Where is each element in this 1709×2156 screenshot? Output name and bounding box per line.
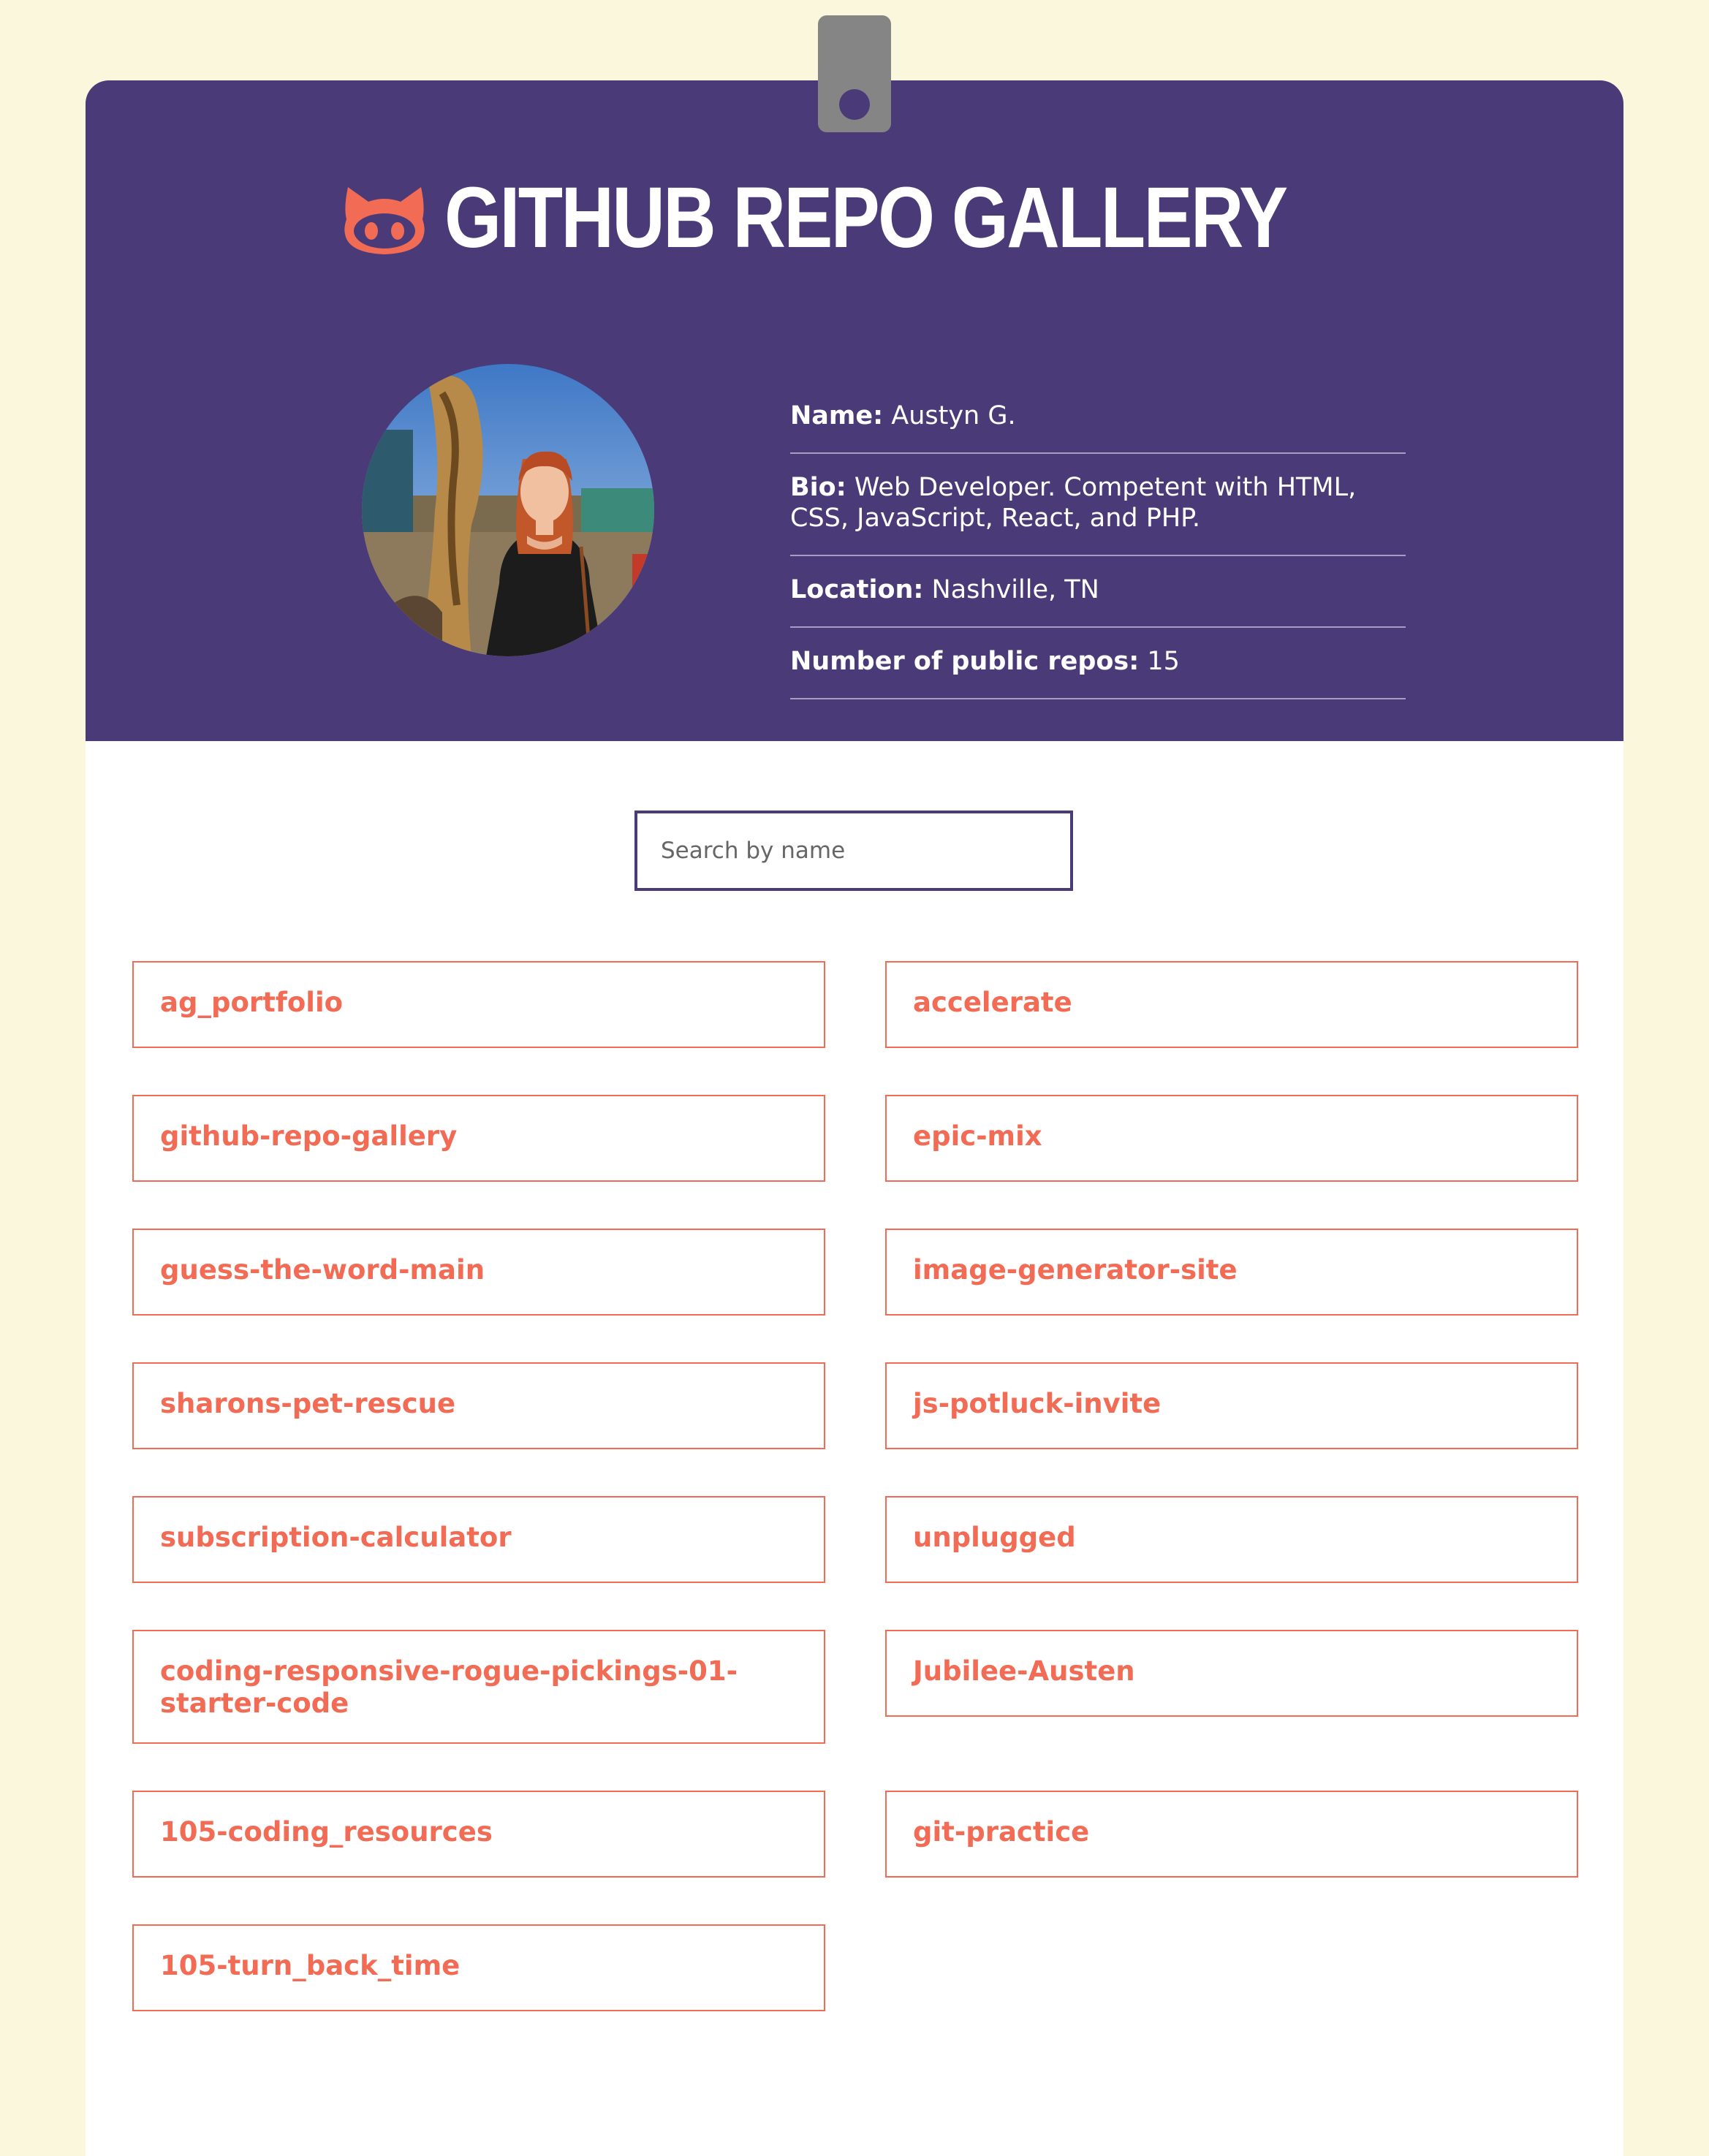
repo-row: subscription-calculator unplugged [132, 1496, 1578, 1583]
repo-item[interactable]: epic-mix [885, 1095, 1578, 1182]
repo-item[interactable]: 105-turn_back_time [132, 1924, 825, 2011]
page-title: GITHUB REPO GALLERY [444, 170, 1288, 266]
clipboard-clip-icon [818, 15, 891, 132]
clip-hole [839, 89, 870, 120]
bio-label: Bio: [790, 473, 846, 502]
repo-row: 105-coding_resources git-practice [132, 1791, 1578, 1878]
octocat-icon [344, 186, 425, 256]
repo-item[interactable]: js-potluck-invite [885, 1362, 1578, 1449]
location-label: Location: [790, 575, 924, 604]
location-value: Nashville, TN [931, 575, 1099, 604]
repo-row: github-repo-gallery epic-mix [132, 1095, 1578, 1182]
repo-list: ag_portfolio accelerate github-repo-gall… [132, 961, 1578, 2058]
name-value: Austyn G. [891, 401, 1016, 430]
profile-bio-row: Bio: Web Developer. Competent with HTML,… [790, 472, 1406, 556]
title-row: GITHUB REPO GALLERY [86, 167, 1623, 269]
search-input[interactable] [634, 811, 1073, 891]
repo-item[interactable]: sharons-pet-rescue [132, 1362, 825, 1449]
repo-item[interactable]: coding-responsive-rogue-pickings-01-star… [132, 1630, 825, 1744]
repo-item[interactable]: unplugged [885, 1496, 1578, 1583]
profile-header: GITHUB REPO GALLERY Name: Austyn G. Bio:… [86, 80, 1623, 741]
bio-value: Web Developer. Competent with HTML, CSS,… [790, 473, 1357, 533]
repo-item[interactable]: image-generator-site [885, 1229, 1578, 1316]
repo-item[interactable]: 105-coding_resources [132, 1791, 825, 1878]
profile-info: Name: Austyn G. Bio: Web Developer. Comp… [790, 401, 1406, 699]
repo-item[interactable]: ag_portfolio [132, 961, 825, 1048]
name-label: Name: [790, 401, 884, 430]
repo-item[interactable]: github-repo-gallery [132, 1095, 825, 1182]
repo-row: coding-responsive-rogue-pickings-01-star… [132, 1630, 1578, 1744]
profile-name-row: Name: Austyn G. [790, 401, 1406, 454]
repo-item[interactable]: git-practice [885, 1791, 1578, 1878]
repos-label: Number of public repos: [790, 647, 1140, 676]
profile-location-row: Location: Nashville, TN [790, 574, 1406, 628]
repo-item[interactable]: accelerate [885, 961, 1578, 1048]
repo-item[interactable]: Jubilee-Austen [885, 1630, 1578, 1717]
repo-row: 105-turn_back_time [132, 1924, 1578, 2011]
profile-repos-row: Number of public repos: 15 [790, 646, 1406, 699]
gallery-card: GITHUB REPO GALLERY Name: Austyn G. Bio:… [86, 80, 1623, 2156]
repos-count: 15 [1147, 647, 1180, 676]
repo-row: guess-the-word-main image-generator-site [132, 1229, 1578, 1316]
repo-item[interactable]: guess-the-word-main [132, 1229, 825, 1316]
avatar [362, 364, 654, 656]
repo-row: ag_portfolio accelerate [132, 961, 1578, 1048]
repo-row: sharons-pet-rescue js-potluck-invite [132, 1362, 1578, 1449]
repo-item[interactable]: subscription-calculator [132, 1496, 825, 1583]
